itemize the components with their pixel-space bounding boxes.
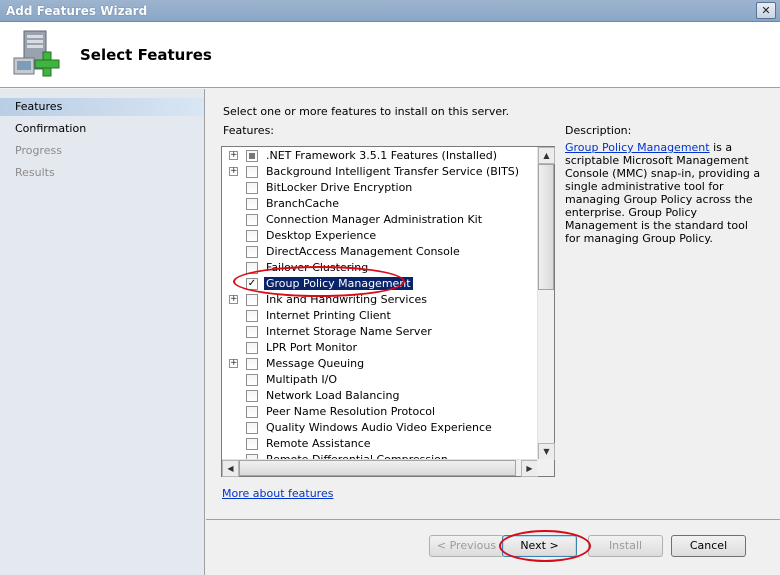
scroll-down-icon[interactable]: ▼ xyxy=(538,443,555,460)
feature-row[interactable]: Remote Assistance xyxy=(222,436,538,452)
button-separator xyxy=(206,519,780,520)
nav-item-confirmation[interactable]: Confirmation xyxy=(0,120,204,138)
feature-row[interactable]: BranchCache xyxy=(222,196,538,212)
page-title: Select Features xyxy=(80,46,212,64)
feature-label: Multipath I/O xyxy=(266,373,338,386)
description-text: Group Policy Management is a scriptable … xyxy=(565,141,765,245)
features-rows: + .NET Framework 3.5.1 Features (Installe… xyxy=(222,147,538,460)
feature-checkbox[interactable] xyxy=(246,438,258,450)
feature-row[interactable]: LPR Port Monitor xyxy=(222,340,538,356)
feature-row[interactable]: Internet Storage Name Server xyxy=(222,324,538,340)
feature-checkbox[interactable] xyxy=(246,358,258,370)
feature-checkbox[interactable] xyxy=(246,246,258,258)
vertical-scroll-thumb[interactable] xyxy=(538,164,554,290)
feature-label: Quality Windows Audio Video Experience xyxy=(266,421,492,434)
feature-row[interactable]: + Message Queuing xyxy=(222,356,538,372)
nav-item-progress: Progress xyxy=(15,144,62,157)
description-link[interactable]: Group Policy Management xyxy=(565,141,710,154)
horizontal-scrollbar[interactable]: ◀ ▶ xyxy=(222,459,538,477)
feature-label: Network Load Balancing xyxy=(266,389,400,402)
window-title-bar[interactable]: Add Features Wizard ✕ xyxy=(0,0,780,22)
expand-icon[interactable]: + xyxy=(229,359,238,368)
feature-label: BranchCache xyxy=(266,197,340,210)
feature-row[interactable]: + Ink and Handwriting Services xyxy=(222,292,538,308)
description-body: is a scriptable Microsoft Management Con… xyxy=(565,141,761,245)
feature-label: LPR Port Monitor xyxy=(266,341,358,354)
feature-label: Message Queuing xyxy=(266,357,365,370)
scroll-up-icon[interactable]: ▲ xyxy=(538,147,555,164)
feature-label: Connection Manager Administration Kit xyxy=(266,213,483,226)
cancel-button[interactable]: Cancel xyxy=(671,535,746,557)
feature-checkbox[interactable] xyxy=(246,342,258,354)
feature-row[interactable]: Peer Name Resolution Protocol xyxy=(222,404,538,420)
server-add-icon xyxy=(13,30,60,77)
feature-checkbox[interactable] xyxy=(246,294,258,306)
feature-row[interactable]: BitLocker Drive Encryption xyxy=(222,180,538,196)
annotation-ellipse-next xyxy=(499,530,591,562)
wizard-steps-nav: Features Confirmation Progress Results xyxy=(0,89,205,575)
expand-icon[interactable]: + xyxy=(229,151,238,160)
feature-label: BitLocker Drive Encryption xyxy=(266,181,413,194)
feature-checkbox[interactable] xyxy=(246,326,258,338)
feature-label: Internet Storage Name Server xyxy=(266,325,432,338)
more-about-features-link[interactable]: More about features xyxy=(222,487,333,500)
feature-checkbox[interactable] xyxy=(246,198,258,210)
horizontal-scroll-thumb[interactable] xyxy=(239,460,516,476)
feature-checkbox[interactable] xyxy=(246,422,258,434)
feature-checkbox[interactable] xyxy=(246,310,258,322)
feature-row[interactable]: Desktop Experience xyxy=(222,228,538,244)
feature-checkbox[interactable] xyxy=(246,150,258,162)
feature-checkbox[interactable] xyxy=(246,182,258,194)
feature-label: Internet Printing Client xyxy=(266,309,391,322)
feature-row[interactable]: Multipath I/O xyxy=(222,372,538,388)
feature-label: Background Intelligent Transfer Service … xyxy=(266,165,520,178)
feature-checkbox[interactable] xyxy=(246,406,258,418)
feature-row[interactable]: Quality Windows Audio Video Experience xyxy=(222,420,538,436)
feature-row[interactable]: Internet Printing Client xyxy=(222,308,538,324)
feature-row[interactable]: + .NET Framework 3.5.1 Features (Installe… xyxy=(222,148,538,164)
feature-checkbox[interactable] xyxy=(246,230,258,242)
main-panel: Select one or more features to install o… xyxy=(206,89,780,519)
scroll-corner xyxy=(537,459,554,476)
nav-item-features[interactable]: Features xyxy=(0,98,204,116)
feature-row[interactable]: + Background Intelligent Transfer Service… xyxy=(222,164,538,180)
feature-label: Remote Assistance xyxy=(266,437,371,450)
description-label: Description: xyxy=(565,124,632,137)
expand-icon[interactable]: + xyxy=(229,295,238,304)
install-button[interactable]: Install xyxy=(588,535,663,557)
scroll-left-icon[interactable]: ◀ xyxy=(222,460,239,477)
features-label: Features: xyxy=(223,124,275,137)
feature-row[interactable]: Network Load Balancing xyxy=(222,388,538,404)
scroll-right-icon[interactable]: ▶ xyxy=(521,460,538,477)
window-title: Add Features Wizard xyxy=(6,4,148,18)
nav-item-results: Results xyxy=(15,166,55,179)
previous-button[interactable]: < Previous xyxy=(429,535,504,557)
feature-label: DirectAccess Management Console xyxy=(266,245,460,258)
feature-row[interactable]: Connection Manager Administration Kit xyxy=(222,212,538,228)
feature-checkbox[interactable] xyxy=(246,214,258,226)
feature-label: Desktop Experience xyxy=(266,229,377,242)
close-button[interactable]: ✕ xyxy=(756,2,776,19)
feature-checkbox[interactable] xyxy=(246,390,258,402)
wizard-header: Select Features xyxy=(0,22,780,88)
features-list[interactable]: + .NET Framework 3.5.1 Features (Installe… xyxy=(221,146,555,477)
feature-checkbox[interactable] xyxy=(246,166,258,178)
feature-checkbox[interactable] xyxy=(246,374,258,386)
expand-icon[interactable]: + xyxy=(229,167,238,176)
annotation-ellipse-feature xyxy=(233,266,405,297)
vertical-scrollbar[interactable]: ▲ ▼ xyxy=(537,147,555,460)
feature-label: .NET Framework 3.5.1 Features (Installed… xyxy=(266,149,498,162)
feature-row[interactable]: DirectAccess Management Console xyxy=(222,244,538,260)
intro-text: Select one or more features to install o… xyxy=(223,105,510,118)
feature-label: Peer Name Resolution Protocol xyxy=(266,405,436,418)
